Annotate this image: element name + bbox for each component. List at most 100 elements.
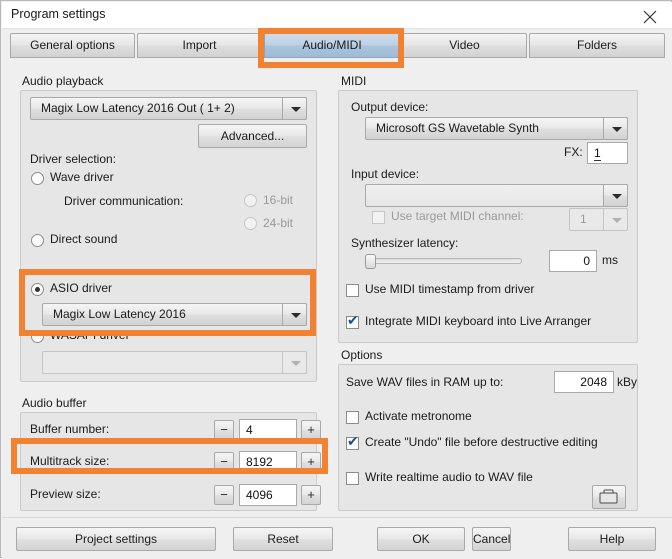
tab-import[interactable]: Import — [137, 33, 262, 58]
use-midi-timestamp-label: Use MIDI timestamp from driver — [365, 282, 535, 296]
activate-metronome-label: Activate metronome — [365, 409, 472, 423]
wave-driver-label: Wave driver — [50, 170, 114, 184]
program-settings-dialog: Program settings General options Import … — [0, 0, 672, 559]
midi-channel-combo-arrow[interactable] — [603, 208, 628, 231]
multitrack-size-increment[interactable]: + — [301, 452, 321, 472]
chevron-down-icon — [291, 361, 301, 366]
buffer-number-input[interactable]: 4 — [239, 419, 297, 441]
midi-channel-combo[interactable]: 1 — [569, 208, 628, 231]
audio-device-combo-arrow[interactable] — [282, 97, 307, 120]
asio-driver-combo[interactable]: Magix Low Latency 2016 — [42, 303, 307, 326]
asio-driver-combo-arrow[interactable] — [282, 303, 307, 326]
midi-input-device-combo[interactable] — [365, 184, 628, 207]
wasapi-driver-combo[interactable] — [42, 351, 307, 374]
plus-icon: + — [307, 454, 315, 469]
buffer-number-label: Buffer number: — [30, 422, 110, 436]
preview-size-input[interactable]: 4096 — [239, 484, 297, 506]
buffer-number-decrement[interactable]: − — [214, 420, 234, 440]
chevron-down-icon — [612, 218, 622, 223]
chevron-down-icon — [291, 313, 301, 318]
integrate-midi-keyboard-label: Integrate MIDI keyboard into Live Arrang… — [365, 314, 592, 328]
bit24-label: 24-bit — [263, 216, 294, 230]
synthesizer-latency-input[interactable]: 0 — [549, 250, 597, 272]
multitrack-size-decrement[interactable]: − — [214, 452, 234, 472]
plus-icon: + — [307, 422, 315, 437]
preview-size-decrement[interactable]: − — [214, 485, 234, 505]
buffer-number-increment[interactable]: + — [301, 420, 321, 440]
create-undo-label: Create "Undo" file before destructive ed… — [365, 435, 598, 449]
fx-label: FX: — [564, 145, 583, 159]
bit16-label: 16-bit — [263, 193, 294, 207]
chevron-down-icon — [612, 194, 622, 199]
asio-driver-combo-value: Magix Low Latency 2016 — [53, 307, 186, 321]
bit16-radio[interactable] — [244, 194, 257, 207]
tab-video[interactable]: Video — [402, 33, 527, 58]
minus-icon: − — [220, 422, 228, 437]
midi-input-device-combo-arrow[interactable] — [603, 184, 628, 207]
direct-sound-radio[interactable] — [31, 234, 44, 247]
ok-button[interactable]: OK — [377, 527, 465, 551]
use-target-midi-channel-checkbox[interactable] — [372, 211, 385, 224]
use-midi-timestamp-checkbox[interactable] — [346, 284, 359, 297]
fx-input[interactable]: 1 — [587, 142, 628, 164]
preview-size-label: Preview size: — [30, 487, 101, 501]
chevron-down-icon — [612, 127, 622, 132]
minus-icon: − — [220, 454, 228, 469]
activate-metronome-checkbox[interactable] — [346, 411, 359, 424]
project-settings-button[interactable]: Project settings — [16, 527, 216, 551]
save-wav-input[interactable]: 2048 — [554, 371, 614, 393]
check-icon: ✔ — [347, 312, 359, 328]
synthesizer-latency-slider-track[interactable] — [368, 258, 522, 264]
tab-general-options[interactable]: General options — [10, 33, 135, 58]
midi-output-device-combo-arrow[interactable] — [603, 117, 628, 140]
title-bar: Program settings — [2, 2, 672, 29]
close-button[interactable] — [628, 2, 672, 28]
driver-communication-label: Driver communication: — [64, 194, 184, 208]
plus-icon: + — [307, 487, 315, 502]
window-title: Program settings — [11, 7, 106, 21]
advanced-button[interactable]: Advanced... — [198, 124, 307, 148]
synthesizer-latency-slider-knob[interactable] — [365, 254, 376, 269]
use-target-midi-channel-label: Use target MIDI channel: — [391, 209, 524, 223]
midi-channel-combo-value: 1 — [580, 212, 587, 226]
bit24-radio[interactable] — [244, 217, 257, 230]
midi-input-device-label: Input device: — [351, 167, 420, 181]
help-button[interactable]: Help — [568, 527, 656, 551]
options-group-label: Options — [341, 348, 383, 362]
tab-folders[interactable]: Folders — [529, 33, 665, 58]
tab-audio-midi[interactable]: Audio/MIDI — [264, 33, 400, 58]
reset-button[interactable]: Reset — [233, 527, 333, 551]
save-wav-unit: kBy — [617, 375, 638, 389]
wave-driver-radio[interactable] — [31, 172, 44, 185]
integrate-midi-keyboard-checkbox[interactable]: ✔ — [346, 312, 359, 329]
create-undo-checkbox[interactable]: ✔ — [346, 433, 359, 450]
save-wav-label: Save WAV files in RAM up to: — [346, 375, 504, 389]
midi-output-device-combo[interactable]: Microsoft GS Wavetable Synth — [365, 117, 628, 140]
audio-buffer-group-label: Audio buffer — [22, 396, 87, 410]
synthesizer-latency-label: Synthesizer latency: — [351, 236, 459, 250]
synthesizer-latency-unit: ms — [602, 253, 618, 267]
write-realtime-checkbox[interactable] — [346, 472, 359, 485]
wasapi-driver-combo-arrow[interactable] — [282, 351, 307, 374]
cancel-button[interactable]: Cancel — [472, 527, 512, 551]
chevron-down-icon — [291, 107, 301, 112]
audio-device-combo[interactable]: Magix Low Latency 2016 Out ( 1+ 2) — [30, 97, 307, 120]
asio-driver-radio-dot — [35, 287, 40, 292]
footer-bar: Project settings Reset OK Cancel Help — [2, 517, 672, 559]
driver-selection-label: Driver selection: — [30, 152, 117, 166]
minus-icon: − — [220, 487, 228, 502]
browse-folder-button[interactable] — [592, 485, 626, 509]
preview-size-increment[interactable]: + — [301, 485, 321, 505]
audio-playback-group-label: Audio playback — [22, 74, 104, 88]
midi-output-device-label: Output device: — [351, 100, 429, 114]
audio-device-combo-value: Magix Low Latency 2016 Out ( 1+ 2) — [41, 101, 235, 115]
fx-input-value: 1 — [594, 146, 601, 161]
check-icon: ✔ — [347, 433, 359, 449]
multitrack-size-label: Multitrack size: — [30, 454, 110, 468]
multitrack-size-input[interactable]: 8192 — [239, 451, 297, 473]
midi-output-device-combo-value: Microsoft GS Wavetable Synth — [376, 121, 539, 135]
wasapi-driver-radio[interactable] — [31, 330, 44, 343]
content-area: Audio playback Magix Low Latency 2016 Ou… — [2, 62, 672, 517]
asio-driver-radio[interactable] — [31, 283, 44, 296]
direct-sound-label: Direct sound — [50, 232, 118, 246]
